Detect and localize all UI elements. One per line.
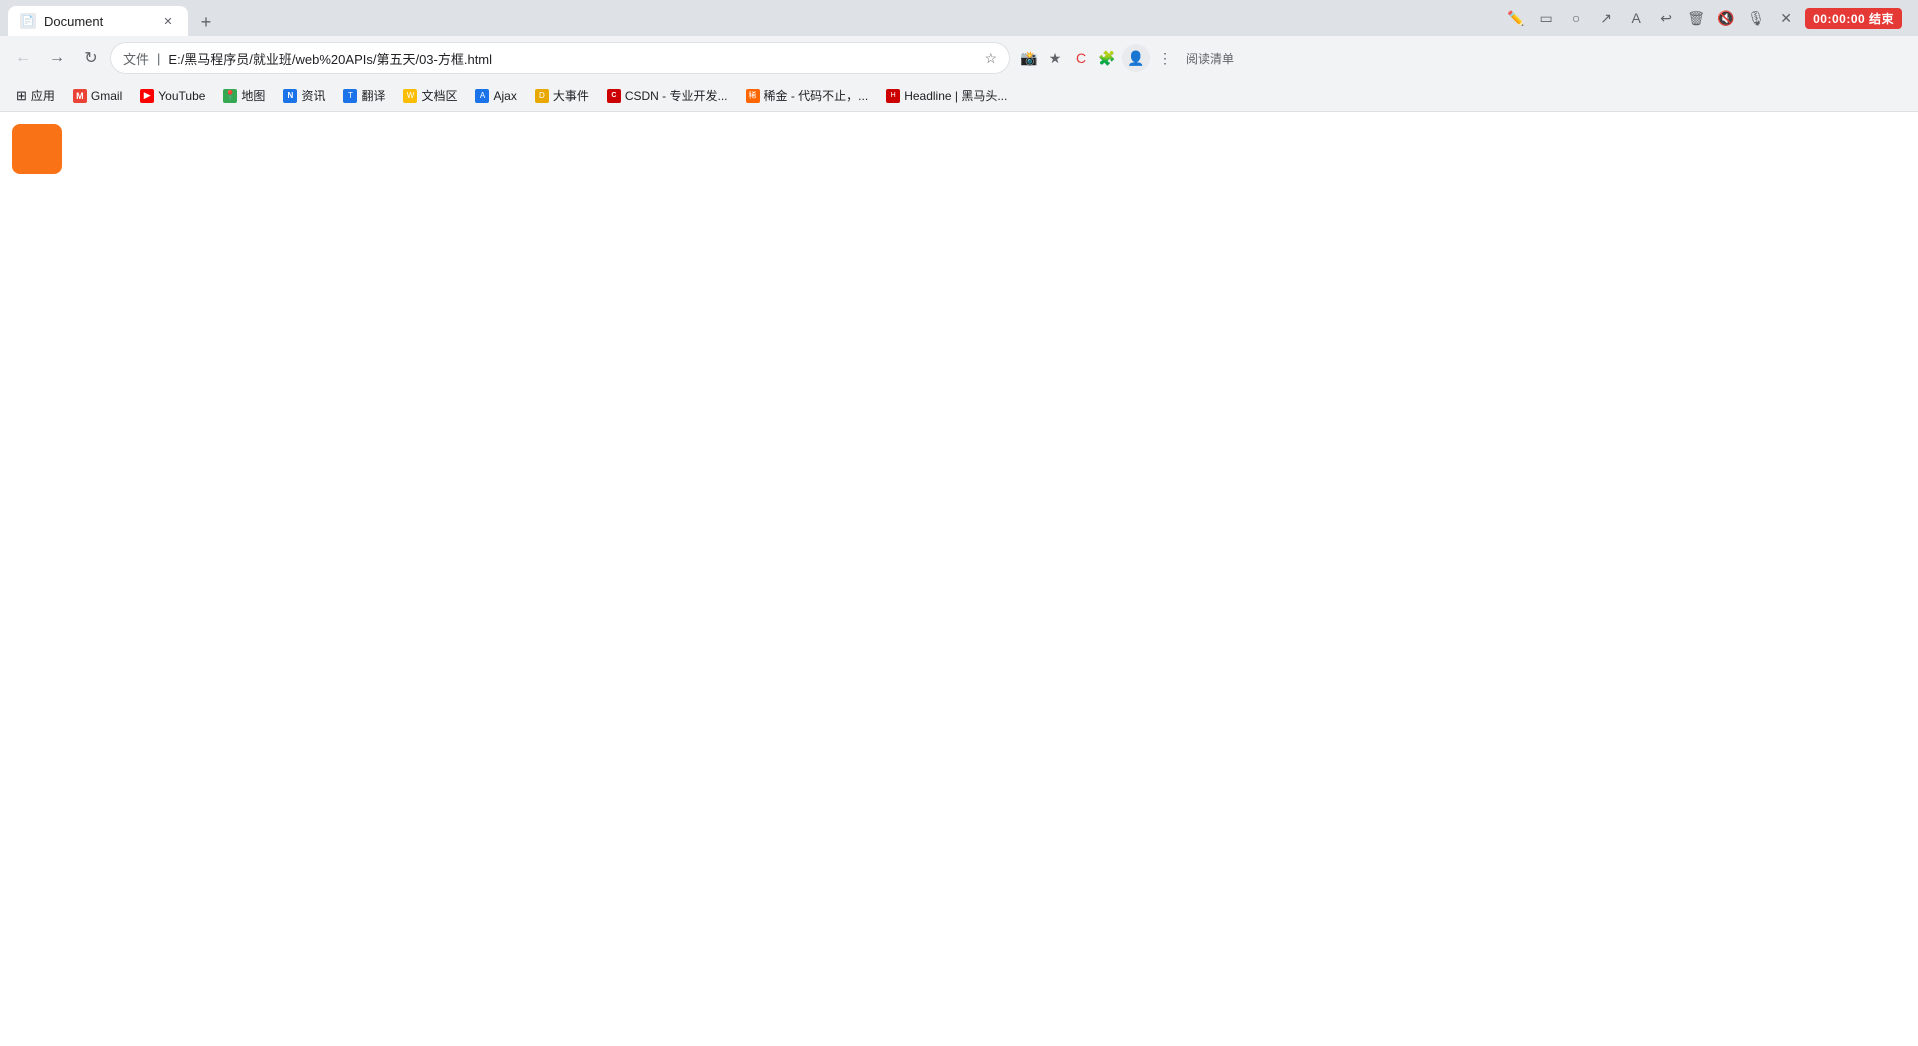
translate-label: 翻译 (361, 87, 385, 104)
hejin-favicon: 稀 (746, 89, 760, 103)
wenquka-label: 文档区 (421, 87, 457, 104)
youtube-favicon: ▶ (140, 89, 154, 103)
profile-avatar[interactable]: 👤 (1122, 44, 1150, 72)
bookmark-hejin[interactable]: 稀 稀金 - 代码不止，... (738, 84, 877, 107)
nav-right-buttons: 📸 ★ C 🧩 👤 ⋮ 阅读清单 (1018, 44, 1240, 72)
wenquka-favicon: W (403, 89, 417, 103)
back-button[interactable]: ← (8, 43, 38, 73)
news-favicon: N (283, 89, 297, 103)
close-icon[interactable]: ✕ (1775, 7, 1797, 29)
bookmark-gmail[interactable]: M Gmail (65, 86, 130, 106)
tab-favicon: 📄 (20, 13, 36, 29)
undo-icon[interactable]: ↩ (1655, 7, 1677, 29)
arrow-icon[interactable]: ↗ (1595, 7, 1617, 29)
address-prefix: 文件 (123, 49, 149, 68)
hejin-label: 稀金 - 代码不止，... (764, 87, 869, 104)
orange-box (12, 124, 62, 174)
address-bar[interactable]: 文件 | E:/黑马程序员/就业班/web%20APIs/第五天/03-方框.h… (110, 42, 1010, 74)
page-content (0, 112, 1918, 1012)
browser-chrome: 📄 Document ✕ + ✏️ ▭ ○ ↗ A ↩ 🗑 🔇 🎙 ✕ 00:0… (0, 0, 1918, 112)
clear-icon[interactable]: 🗑 (1685, 7, 1707, 29)
bookmark-csdn[interactable]: C CSDN - 专业开发... (599, 84, 736, 107)
title-bar: 📄 Document ✕ + ✏️ ▭ ○ ↗ A ↩ 🗑 🔇 🎙 ✕ 00:0… (0, 0, 1918, 36)
ajax-favicon: A (475, 89, 489, 103)
headline-favicon: H (886, 89, 900, 103)
news-label: 资讯 (301, 87, 325, 104)
gmail-favicon: M (73, 89, 87, 103)
screenshot-icon[interactable]: 📸 (1018, 47, 1040, 69)
csdn-label: CSDN - 专业开发... (625, 87, 728, 104)
apps-button[interactable]: ⊞ 应用 (8, 84, 63, 107)
bookmark-dashijian[interactable]: D 大事件 (527, 84, 597, 107)
menu-icon[interactable]: ⋮ (1154, 47, 1176, 69)
text-icon[interactable]: A (1625, 7, 1647, 29)
edit-icon[interactable]: ✏️ (1505, 7, 1527, 29)
bookmarks-bar: ⊞ 应用 M Gmail ▶ YouTube 📍 地图 N 资讯 T 翻译 (0, 80, 1918, 112)
ajax-label: Ajax (493, 89, 516, 103)
reading-list-icon[interactable]: 阅读清单 (1180, 47, 1240, 69)
mic-icon[interactable]: 🎙 (1745, 7, 1767, 29)
new-tab-button[interactable]: + (192, 8, 220, 36)
bookmark-wenquka[interactable]: W 文档区 (395, 84, 465, 107)
bookmark-maps[interactable]: 📍 地图 (215, 84, 273, 107)
active-tab[interactable]: 📄 Document ✕ (8, 6, 188, 36)
tab-bar: 📄 Document ✕ + (8, 0, 1501, 36)
tab-title: Document (44, 14, 152, 29)
nav-bar: ← → ↻ 文件 | E:/黑马程序员/就业班/web%20APIs/第五天/0… (0, 36, 1918, 80)
bookmark-star-icon[interactable]: ☆ (984, 50, 997, 67)
bookmark-translate[interactable]: T 翻译 (335, 84, 393, 107)
maps-label: 地图 (241, 87, 265, 104)
dashijian-favicon: D (535, 89, 549, 103)
rectangle-icon[interactable]: ▭ (1535, 7, 1557, 29)
dashijian-label: 大事件 (553, 87, 589, 104)
headline-label: Headline | 黑马头... (904, 87, 1007, 104)
translate-favicon: T (343, 89, 357, 103)
address-separator: | (157, 51, 160, 66)
bookmark-headline[interactable]: H Headline | 黑马头... (878, 84, 1015, 107)
tab-close-button[interactable]: ✕ (160, 13, 176, 29)
favorites-icon[interactable]: ★ (1044, 47, 1066, 69)
bookmark-news[interactable]: N 资讯 (275, 84, 333, 107)
collections-icon[interactable]: C (1070, 47, 1092, 69)
maps-favicon: 📍 (223, 89, 237, 103)
csdn-favicon: C (607, 89, 621, 103)
toolbar-right: ✏️ ▭ ○ ↗ A ↩ 🗑 🔇 🎙 ✕ 00:00:00 结束 (1505, 7, 1910, 29)
mute-icon[interactable]: 🔇 (1715, 7, 1737, 29)
extensions-icon[interactable]: 🧩 (1096, 47, 1118, 69)
youtube-label: YouTube (158, 89, 205, 103)
reload-button[interactable]: ↻ (76, 43, 106, 73)
bookmark-youtube[interactable]: ▶ YouTube (132, 86, 213, 106)
bookmark-ajax[interactable]: A Ajax (467, 86, 524, 106)
address-url: E:/黑马程序员/就业班/web%20APIs/第五天/03-方框.html (168, 49, 976, 68)
forward-button[interactable]: → (42, 43, 72, 73)
circle-icon[interactable]: ○ (1565, 7, 1587, 29)
gmail-label: Gmail (91, 89, 122, 103)
apps-grid-icon: ⊞ (16, 88, 27, 104)
timer-badge[interactable]: 00:00:00 结束 (1805, 8, 1902, 29)
apps-label: 应用 (31, 87, 55, 104)
